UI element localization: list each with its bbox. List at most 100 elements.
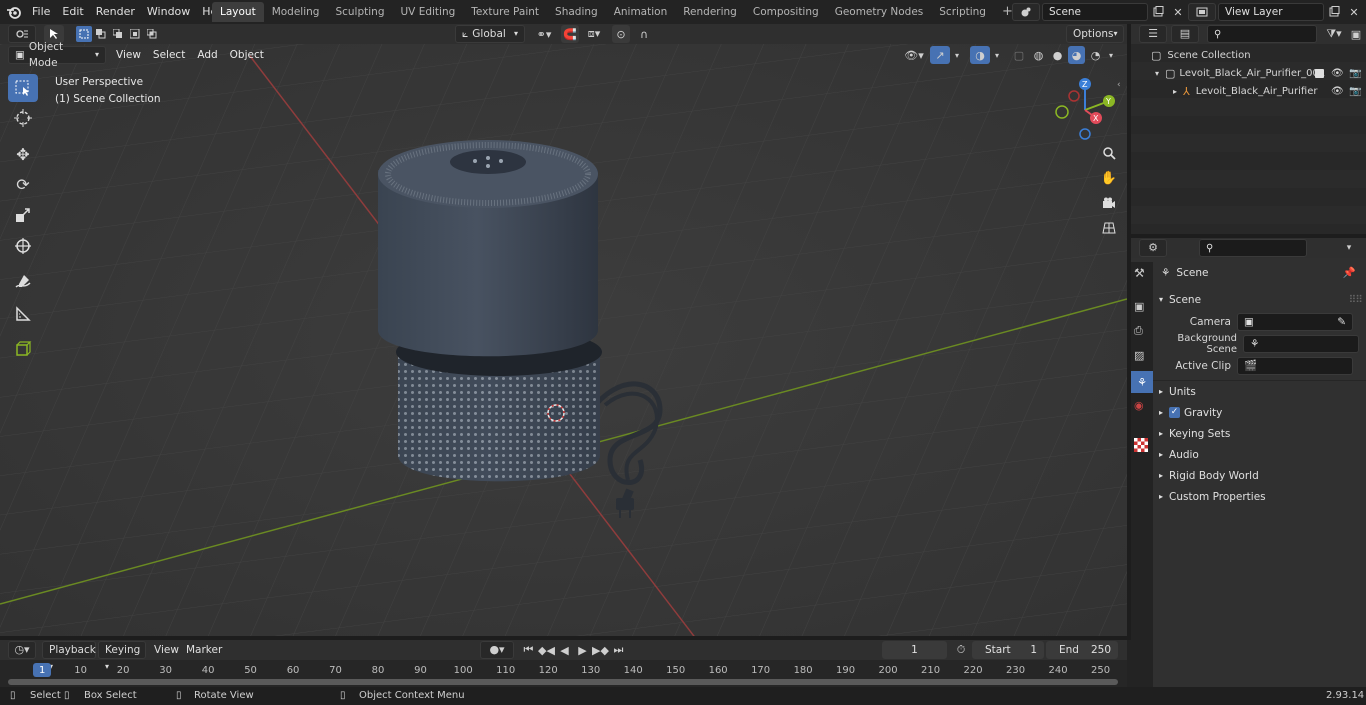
gravity-checkbox[interactable]: ✓ bbox=[1169, 407, 1181, 418]
falloff-icon[interactable]: ∩ bbox=[632, 25, 656, 43]
current-frame-field[interactable]: 1 bbox=[882, 641, 947, 659]
chevron-down-icon[interactable]: ▾ bbox=[952, 46, 962, 64]
keying-sets-panel-header[interactable]: ▸ Keying Sets bbox=[1153, 423, 1366, 444]
chevron-down-icon[interactable]: ▾ bbox=[992, 46, 1002, 64]
eye-icon[interactable]: 👁 bbox=[1331, 86, 1344, 97]
pan-hand-icon[interactable]: ✋ bbox=[1098, 167, 1120, 189]
scene-name-field[interactable]: Scene bbox=[1042, 3, 1148, 21]
blender-logo-icon[interactable] bbox=[6, 4, 22, 20]
end-frame-field[interactable]: End 250 bbox=[1046, 641, 1118, 659]
drag-handle-icon[interactable]: ⠿⠿ bbox=[1349, 294, 1363, 306]
jump-end-icon[interactable]: ⏭ bbox=[610, 641, 627, 659]
filter-icon[interactable]: ⧩▾ bbox=[1321, 25, 1347, 43]
menu-add[interactable]: Add bbox=[191, 46, 223, 64]
air-purifier-model[interactable] bbox=[360, 130, 680, 530]
visibility-filter-icon[interactable]: 👁▾ bbox=[900, 46, 928, 64]
tab-texture-paint[interactable]: Texture Paint bbox=[463, 2, 547, 22]
chevron-down-icon[interactable]: ▾ bbox=[1106, 46, 1116, 64]
view-layer-name-field[interactable]: View Layer bbox=[1218, 3, 1324, 21]
world-tab-icon[interactable]: ◉ bbox=[1134, 399, 1144, 412]
mode-subtract-selection-icon[interactable] bbox=[110, 26, 126, 42]
tab-scripting[interactable]: Scripting bbox=[931, 2, 994, 22]
playback-menu[interactable]: Playback ▾ bbox=[42, 641, 96, 671]
outliner-item-collection[interactable]: ▾ ▢ Levoit_Black_Air_Purifier_001 👁 📷 bbox=[1155, 64, 1361, 82]
view-layer-browse-icon[interactable] bbox=[1188, 3, 1216, 21]
new-scene-icon[interactable] bbox=[1148, 3, 1168, 21]
outliner-editor-type-icon[interactable]: ☰ bbox=[1139, 25, 1167, 43]
tab-modeling[interactable]: Modeling bbox=[264, 2, 328, 22]
stopwatch-icon[interactable]: ⏱ bbox=[952, 641, 970, 659]
navigation-gizmo[interactable]: Z Y X bbox=[1052, 76, 1122, 146]
scene-tab-icon[interactable]: ⚘ bbox=[1131, 371, 1153, 393]
expand-arrow-icon[interactable]: ▸ bbox=[1173, 87, 1177, 96]
tab-animation[interactable]: Animation bbox=[606, 2, 676, 22]
scale-tool[interactable] bbox=[8, 201, 38, 229]
menu-view[interactable]: View bbox=[110, 46, 147, 64]
select-box-tool[interactable] bbox=[8, 74, 38, 102]
menu-window[interactable]: Window bbox=[141, 0, 196, 24]
timeline-editor-type-icon[interactable]: ◷▾ bbox=[8, 641, 36, 659]
active-clip-field[interactable]: 🎬 bbox=[1237, 356, 1353, 375]
scene-browse-icon[interactable] bbox=[1012, 3, 1040, 21]
record-keyframe-icon[interactable]: ●▾ bbox=[480, 641, 514, 659]
display-mode-icon[interactable]: ▤ bbox=[1171, 25, 1199, 43]
menu-edit[interactable]: Edit bbox=[56, 0, 89, 24]
cursor-tool[interactable] bbox=[8, 104, 38, 132]
eyedropper-icon[interactable]: ✎ bbox=[1337, 314, 1346, 330]
zoom-icon[interactable] bbox=[1098, 142, 1120, 164]
background-scene-field[interactable]: ⚘ bbox=[1243, 334, 1359, 353]
tool-tab-icon[interactable]: ⚒ bbox=[1134, 266, 1145, 280]
texture-tab-icon[interactable] bbox=[1134, 438, 1148, 452]
play-icon[interactable]: ▶ bbox=[574, 641, 591, 659]
prev-keyframe-icon[interactable]: ◆◀ bbox=[538, 641, 555, 659]
menu-file[interactable]: File bbox=[26, 0, 56, 24]
transform-orientation-dropdown[interactable]: ⟀ Global ▾ bbox=[455, 25, 525, 43]
view-layer-tab-icon[interactable]: ▨ bbox=[1134, 349, 1144, 362]
units-panel-header[interactable]: ▸ Units bbox=[1153, 381, 1366, 402]
sidebar-toggle-icon[interactable]: ‹ bbox=[1117, 80, 1121, 90]
pivot-point-icon[interactable]: ⚭▾ bbox=[531, 25, 557, 43]
tab-rendering[interactable]: Rendering bbox=[675, 2, 745, 22]
gizmo-toggle-icon[interactable]: ↗ bbox=[930, 46, 950, 64]
new-collection-icon[interactable]: ▣ bbox=[1347, 25, 1365, 43]
overlays-toggle-icon[interactable]: ◑ bbox=[970, 46, 990, 64]
xray-toggle-icon[interactable]: ▢ bbox=[1010, 46, 1028, 64]
proportional-editing-icon[interactable]: ⊙ bbox=[612, 25, 630, 43]
solid-shading-icon[interactable]: ● bbox=[1049, 46, 1066, 64]
properties-editor-type-icon[interactable]: ⚙ bbox=[1139, 239, 1167, 257]
scene-panel-header[interactable]: ▾ Scene ⠿⠿ bbox=[1153, 289, 1366, 310]
camera-icon[interactable]: 📷 bbox=[1349, 68, 1361, 79]
tab-compositing[interactable]: Compositing bbox=[745, 2, 827, 22]
properties-search-input[interactable]: ⚲ bbox=[1199, 239, 1307, 257]
options-dropdown[interactable]: Options ▾ bbox=[1066, 25, 1124, 43]
timeline-scrollbar[interactable] bbox=[8, 679, 1118, 685]
tab-geometry-nodes[interactable]: Geometry Nodes bbox=[827, 2, 932, 22]
rigid-body-panel-header[interactable]: ▸ Rigid Body World bbox=[1153, 465, 1366, 486]
next-keyframe-icon[interactable]: ▶◆ bbox=[592, 641, 609, 659]
snap-toggle-icon[interactable]: 🧲 bbox=[561, 25, 579, 43]
output-tab-icon[interactable]: ⎙ bbox=[1134, 324, 1143, 338]
new-view-layer-icon[interactable] bbox=[1324, 3, 1344, 21]
eye-icon[interactable]: 👁 bbox=[1331, 68, 1344, 79]
camera-view-icon[interactable] bbox=[1098, 192, 1120, 214]
delete-view-layer-icon[interactable]: ✕ bbox=[1344, 3, 1364, 21]
chevron-down-icon[interactable]: ▾ bbox=[1339, 239, 1359, 257]
tab-uv-editing[interactable]: UV Editing bbox=[393, 2, 464, 22]
outliner-search-input[interactable]: ⚲ bbox=[1207, 25, 1317, 43]
camera-icon[interactable]: 📷 bbox=[1349, 86, 1361, 97]
render-tab-icon[interactable]: ▣ bbox=[1134, 300, 1144, 313]
material-preview-shading-icon[interactable]: ◕ bbox=[1068, 46, 1085, 64]
measure-tool[interactable] bbox=[8, 300, 38, 328]
perspective-toggle-icon[interactable] bbox=[1098, 217, 1120, 239]
tab-shading[interactable]: Shading bbox=[547, 2, 606, 22]
outliner-item-object[interactable]: ▸ ⅄ Levoit_Black_Air_Purifier 👁 📷 bbox=[1173, 82, 1361, 100]
expand-arrow-icon[interactable]: ▾ bbox=[1155, 69, 1159, 78]
camera-field[interactable]: ▣ ✎ bbox=[1237, 312, 1353, 331]
outliner-scene-collection[interactable]: ▢ Scene Collection bbox=[1151, 46, 1251, 64]
menu-object[interactable]: Object bbox=[224, 46, 270, 64]
menu-select[interactable]: Select bbox=[147, 46, 191, 64]
audio-panel-header[interactable]: ▸ Audio bbox=[1153, 444, 1366, 465]
transform-tool[interactable] bbox=[8, 232, 38, 260]
mode-intersect-selection-icon[interactable] bbox=[144, 26, 160, 42]
tab-layout[interactable]: Layout bbox=[212, 2, 264, 22]
